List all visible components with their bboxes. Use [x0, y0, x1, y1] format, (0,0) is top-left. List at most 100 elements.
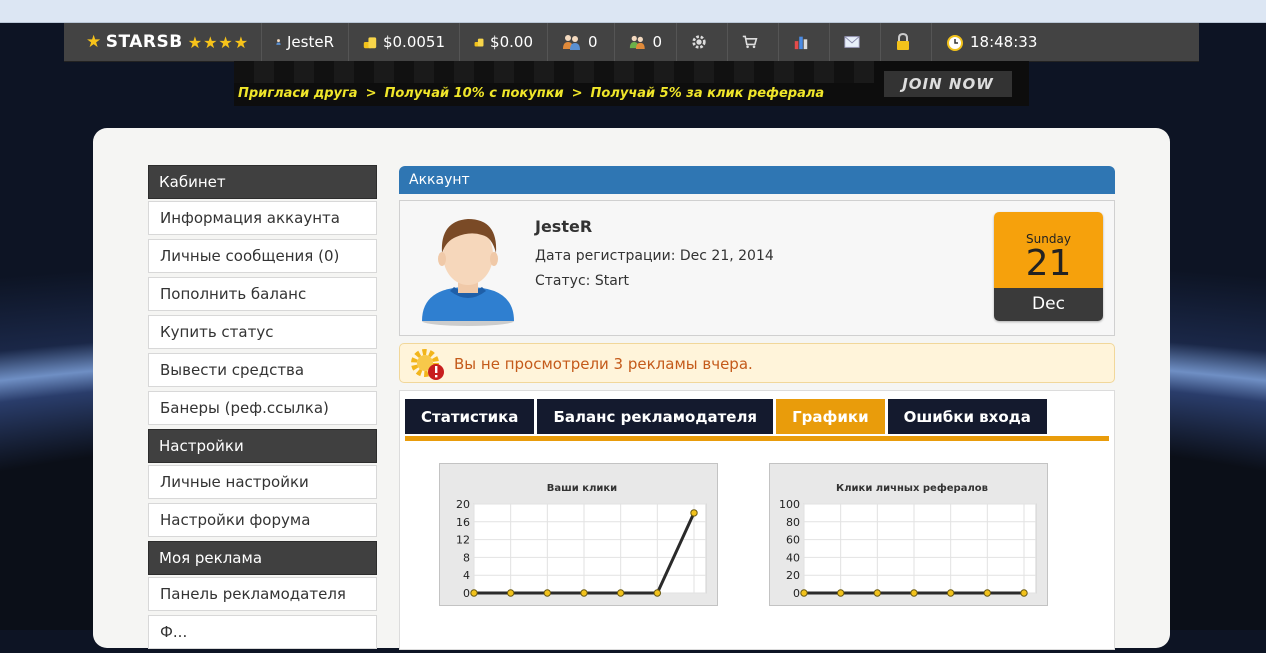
- sidebar-item-forum-settings[interactable]: Настройки форума: [148, 503, 377, 537]
- logo-stars: ★★★★: [187, 32, 250, 52]
- account-username: JesteR: [535, 217, 593, 236]
- clicks-chart: Ваши клики 0 4 8 12 16 20: [439, 463, 718, 606]
- y-tick-label: 20: [786, 569, 800, 582]
- lock-icon: [897, 33, 909, 50]
- data-point: [800, 589, 808, 597]
- cart-icon: [742, 35, 758, 49]
- data-point: [543, 589, 552, 597]
- y-tick-label: 8: [463, 551, 470, 564]
- data-point: [983, 589, 992, 597]
- tab-statistics[interactable]: Статистика: [405, 399, 535, 434]
- tab-bar: Статистика Баланс рекламодателя Графики …: [405, 399, 1050, 434]
- coins-icon: [363, 37, 377, 49]
- referrals-icon: [563, 35, 580, 50]
- ad-banner[interactable]: Пригласи друга > Получай 10% с покупки > Пол…: [234, 61, 1029, 106]
- alarm-clock-icon: [947, 35, 963, 51]
- gear-icon: [692, 35, 706, 49]
- account-header: Аккаунт: [399, 166, 1115, 194]
- sidebar-item-personal-settings[interactable]: Личные настройки: [148, 465, 377, 499]
- gear-warning-icon: [411, 349, 444, 380]
- data-point: [1020, 589, 1028, 597]
- data-point: [910, 589, 918, 597]
- y-tick-label: 40: [786, 551, 800, 564]
- main-balance[interactable]: $0.0051: [349, 23, 460, 61]
- data-point: [506, 589, 515, 597]
- sidebar-section-my-ads: Моя реклама: [148, 541, 377, 575]
- browser-strip: [0, 0, 1266, 23]
- settings-button[interactable]: [677, 23, 728, 61]
- join-now-button[interactable]: JOIN NOW: [884, 71, 1012, 97]
- account-box: JesteR Дата регистрации: Dec 21, 2014 Ст…: [399, 200, 1115, 336]
- referral-clicks-chart: Клики личных рефералов 0 20 40 60 80 100: [769, 463, 1048, 606]
- data-point: [580, 589, 588, 597]
- y-tick-label: 4: [463, 569, 470, 582]
- stats-button[interactable]: [779, 23, 830, 61]
- sidebar-item-account-info[interactable]: Информация аккаунта: [148, 201, 377, 235]
- chevron-right-icon: >: [365, 86, 377, 101]
- main-content: Аккаунт JesteR Дата регистрации: Dec 21,…: [399, 166, 1115, 650]
- data-point: [836, 589, 845, 597]
- coins-icon: [474, 38, 484, 47]
- top-bar: ★ STARSB ★★★★ JesteR $0.0051 $0.00 0 0 1…: [64, 23, 1199, 62]
- tab-charts[interactable]: Графики: [776, 399, 885, 434]
- ads-balance-value: $0.00: [490, 33, 533, 51]
- sidebar-item-messages[interactable]: Личные сообщения (0): [148, 239, 377, 273]
- calendar-widget: Sunday 21 Dec: [994, 212, 1103, 321]
- avatar: [422, 219, 514, 326]
- data-point: [653, 589, 662, 597]
- clicks-chart-svg: Ваши клики 0 4 8 12 16 20: [456, 483, 707, 600]
- username-text: JesteR: [287, 33, 334, 51]
- data-point: [873, 589, 882, 597]
- calendar-day: 21: [1025, 243, 1072, 284]
- referrals-2[interactable]: 0: [615, 23, 677, 61]
- sidebar-item-next[interactable]: Ф...: [148, 615, 377, 649]
- calendar-month: Dec: [994, 288, 1103, 321]
- sidebar-item-buy-status[interactable]: Купить статус: [148, 315, 377, 349]
- account-status: Статус: Start: [535, 273, 630, 289]
- tab-login-errors[interactable]: Ошибки входа: [887, 399, 1047, 434]
- shop-button[interactable]: [728, 23, 779, 61]
- main-balance-value: $0.0051: [382, 33, 445, 51]
- tab-underline: [405, 436, 1109, 441]
- logout-button[interactable]: [881, 23, 932, 61]
- y-tick-label: 16: [456, 516, 470, 529]
- referrals-icon: [629, 35, 645, 49]
- data-point: [946, 589, 955, 597]
- data-point: [690, 509, 698, 517]
- referral-clicks-chart-svg: Клики личных рефералов 0 20 40 60 80 100: [779, 482, 1037, 600]
- banner-tagline-2: Получай 10% с покупки: [384, 86, 564, 101]
- data-point: [616, 589, 625, 597]
- referrals-1-value: 0: [588, 33, 598, 51]
- banner-tagline-3: Получай 5% за клик реферала: [590, 86, 825, 101]
- username-link[interactable]: JesteR: [262, 23, 349, 61]
- account-registration-date: Дата регистрации: Dec 21, 2014: [535, 248, 774, 264]
- chart-title: Клики личных рефералов: [836, 482, 988, 494]
- mail-icon: [844, 36, 860, 48]
- referrals-1[interactable]: 0: [548, 23, 615, 61]
- data-point: [470, 589, 478, 597]
- tab-advertiser-balance[interactable]: Баланс рекламодателя: [537, 399, 774, 434]
- banner-pattern: [234, 61, 874, 83]
- sidebar-item-banners[interactable]: Банеры (реф.ссылка): [148, 391, 377, 425]
- chevron-right-icon: >: [571, 86, 583, 101]
- warning-alert: Вы не просмотрели 3 рекламы вчера.: [399, 343, 1115, 383]
- chart-title: Ваши клики: [547, 483, 617, 494]
- plot-area: [803, 503, 1037, 594]
- y-tick-label: 12: [456, 534, 470, 547]
- warning-alert-text: Вы не просмотрели 3 рекламы вчера.: [454, 355, 753, 373]
- star-icon: ★: [86, 32, 102, 52]
- sidebar-section-cabinet: Кабинет: [148, 165, 377, 199]
- y-tick-label: 0: [463, 587, 470, 600]
- sidebar-item-top-up[interactable]: Пополнить баланс: [148, 277, 377, 311]
- ads-balance[interactable]: $0.00: [460, 23, 548, 61]
- mail-button[interactable]: [830, 23, 881, 61]
- sidebar-item-advertiser-panel[interactable]: Панель рекламодателя: [148, 577, 377, 611]
- calendar-weekday: Sunday: [1026, 232, 1071, 246]
- sidebar-item-withdraw[interactable]: Вывести средства: [148, 353, 377, 387]
- referrals-2-value: 0: [652, 33, 662, 51]
- logo-text: STARSB: [105, 32, 183, 52]
- site-logo[interactable]: ★ STARSB ★★★★: [64, 23, 262, 61]
- y-tick-label: 60: [786, 534, 800, 547]
- banner-tagline-1: Пригласи друга: [238, 86, 358, 101]
- sidebar-section-settings: Настройки: [148, 429, 377, 463]
